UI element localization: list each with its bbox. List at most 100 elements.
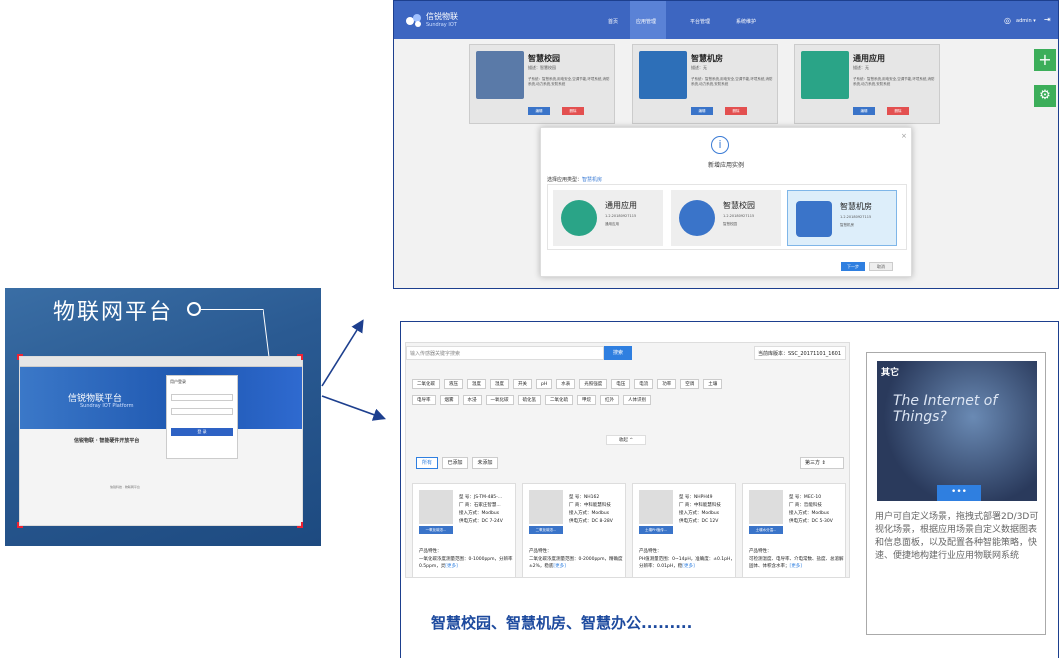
sensor-tag[interactable]: 液压 (444, 379, 463, 389)
more-button[interactable]: ••• (937, 485, 981, 501)
sensor-tag[interactable]: 电压 (611, 379, 631, 389)
settings-gear-icon[interactable]: ⚙ (1034, 85, 1056, 107)
layers-icon (561, 200, 597, 236)
delete-button[interactable]: 删除 (562, 107, 584, 115)
edit-button[interactable]: 编辑 (528, 107, 550, 115)
sensor-tag[interactable]: 空调 (680, 379, 700, 389)
sensor-tag[interactable]: 二氧化硫 (545, 395, 573, 405)
third-party-select[interactable]: 第三方 ⇕ (800, 457, 844, 469)
sensor-store: 输入传感器关键字搜索 搜索 当前库版本：SSC_20171101_1601 二氧… (405, 342, 850, 578)
product-vendor: 厂 商：哲能科技 (789, 503, 822, 508)
edit-button[interactable]: 编辑 (691, 107, 713, 115)
search-button[interactable]: 搜索 (604, 346, 632, 360)
sensor-tag[interactable]: 硫化氢 (517, 395, 541, 405)
nav-app-management[interactable]: 应用管理 (636, 18, 656, 25)
product-model: 型 号：NHPH49 (679, 495, 713, 500)
tag-row-1: 二氧化碳 液压 温度 湿度 开关 pH 水表 光照强度 电压 电流 功率 空调 土壤 (412, 379, 723, 389)
option-desc: 智慧机房 (840, 223, 854, 227)
more-link[interactable]: [更多] (790, 564, 803, 569)
more-link[interactable]: [更多] (682, 564, 695, 569)
product-card[interactable]: 一氧化碳浓... 型 号：JS-TM-485-... 厂 商：石家庄智慧... … (412, 483, 516, 577)
product-label: 土壤水分温... (749, 526, 783, 534)
option-version: 1.2.20180927115 (723, 214, 755, 218)
tag-row-2: 电导率 烟雾 水浸 一氧化碳 硫化氢 二氧化硫 甲烷 红外 人体识别 (412, 395, 651, 405)
iot-image: 其它 The Internet of Things? (877, 361, 1037, 501)
product-feature: 产品特性： (749, 549, 772, 554)
layers-icon (801, 51, 849, 99)
sensor-tag[interactable]: 开关 (513, 379, 532, 389)
sensor-tag[interactable]: pH (536, 379, 553, 389)
collapse-button[interactable]: 收起 ^ (606, 435, 646, 445)
sensor-tag[interactable]: 光照强度 (579, 379, 608, 389)
next-button[interactable]: 下一步 (841, 262, 865, 271)
sensor-tag[interactable]: 电流 (634, 379, 654, 389)
nav-system-maintenance[interactable]: 系统维护 (736, 18, 756, 25)
cancel-button[interactable]: 取消 (869, 262, 893, 271)
app-card[interactable]: 智慧校园 描述：智慧校园 子系统：智慧系统,用电安全,空调节能,环境系统,消防系… (469, 44, 615, 124)
sensor-tag[interactable]: 甲烷 (577, 395, 596, 405)
user-menu[interactable]: admin ▾ (1016, 18, 1036, 24)
sensor-tag[interactable]: 水表 (556, 379, 576, 389)
logout-icon[interactable]: ⇥ (1044, 15, 1051, 24)
filter-not-added[interactable]: 未添加 (472, 457, 498, 469)
option-server-room[interactable]: 智慧机房 1.2.20180927115 智慧机房 (787, 190, 897, 246)
delete-button[interactable]: 删除 (725, 107, 747, 115)
option-generic[interactable]: 通用应用 1.2.20180927115 通用应用 (553, 190, 663, 246)
option-campus[interactable]: 智慧校园 1.2.20180927115 智慧校园 (671, 190, 781, 246)
app-card[interactable]: 智慧机房 描述：无 子系统：智慧系统,用电安全,空调节能,环境系统,消防系统,动… (632, 44, 778, 124)
campus-icon (679, 200, 715, 236)
other-card: 其它 The Internet of Things? ••• 用户可自定义场景，… (866, 352, 1046, 635)
sensor-tag[interactable]: 温度 (467, 379, 486, 389)
other-desc: 用户可自定义场景，拖拽式部署2D/3D可视化场景，根据应用场景自定义数据图表和信… (875, 512, 1039, 561)
sensor-tag[interactable]: 红外 (600, 395, 619, 405)
option-title: 智慧机房 (840, 202, 872, 211)
product-image (419, 490, 453, 524)
product-feature: 产品特性： (529, 549, 552, 554)
filter-added[interactable]: 已添加 (442, 457, 468, 469)
sensor-tag[interactable]: 烟雾 (439, 395, 459, 405)
sensor-tag[interactable]: 功率 (657, 379, 677, 389)
product-card[interactable]: 二氧化碳浓... 型 号：NH162 厂 商：中科能慧科技 接入方式：Modbu… (522, 483, 626, 577)
product-card[interactable]: 土壤PH值传... 型 号：NHPH49 厂 商：中科能慧科技 接入方式：Mod… (632, 483, 736, 577)
more-link[interactable]: [更多] (553, 564, 566, 569)
sensor-tag[interactable]: 二氧化碳 (412, 379, 440, 389)
card-title: 通用应用 (853, 54, 885, 63)
close-icon[interactable]: × (901, 132, 907, 140)
arrow-down-icon (321, 395, 387, 421)
search-input[interactable]: 输入传感器关键字搜索 (406, 346, 604, 360)
nav-home[interactable]: 首页 (608, 18, 618, 25)
option-title: 智慧校园 (723, 201, 755, 210)
nav-logo: 信锐物联 (426, 12, 458, 21)
sensor-tag[interactable]: 人体识别 (623, 395, 651, 405)
add-button[interactable]: + (1034, 49, 1056, 71)
info-icon: i (711, 136, 729, 154)
sensor-tag[interactable]: 水浸 (462, 395, 482, 405)
card-desc: 子系统：智慧系统,用电安全,空调节能,环境系统,消防系统,动力系统,安防系统 (691, 77, 773, 86)
product-power: 供电方式：DC 12V (679, 519, 719, 524)
product-desc: PH值测量范围：0~14pH，准确度：±0.1pH，分辨率：0.01pH，稳[更… (639, 556, 735, 570)
product-card[interactable]: 土壤水分温... 型 号：MEC-10 厂 商：哲能科技 接入方式：Modbus… (742, 483, 846, 577)
option-title: 通用应用 (605, 201, 637, 210)
product-model: 型 号：NH162 (569, 495, 600, 500)
product-image (749, 490, 783, 524)
sensor-tag[interactable]: 湿度 (490, 379, 509, 389)
product-feature: 产品特性： (419, 549, 442, 554)
sensor-tag[interactable]: 土壤 (703, 379, 723, 389)
product-image (639, 490, 673, 524)
select-value[interactable]: 智慧机房 (582, 177, 602, 183)
edit-button[interactable]: 编辑 (853, 107, 875, 115)
nav-platform-management[interactable]: 平台管理 (690, 18, 710, 25)
sensor-tag[interactable]: 一氧化碳 (485, 395, 514, 405)
sensor-tag[interactable]: 电导率 (412, 395, 436, 405)
product-vendor: 厂 商：石家庄智慧... (459, 503, 501, 508)
user-avatar-icon[interactable]: ◎ (1004, 16, 1011, 25)
app-card[interactable]: 通用应用 描述：无 子系统：智慧系统,用电安全,空调节能,环境系统,消防系统,动… (794, 44, 940, 124)
other-title: 其它 (881, 368, 900, 378)
filter-all[interactable]: 所有 (416, 457, 438, 469)
product-access: 接入方式：Modbus (789, 511, 830, 516)
product-feature: 产品特性： (639, 549, 662, 554)
more-link[interactable]: [更多] (445, 564, 458, 569)
delete-button[interactable]: 删除 (887, 107, 909, 115)
image-text: The Internet of Things? (893, 393, 998, 425)
product-label: 二氧化碳浓... (529, 526, 563, 534)
